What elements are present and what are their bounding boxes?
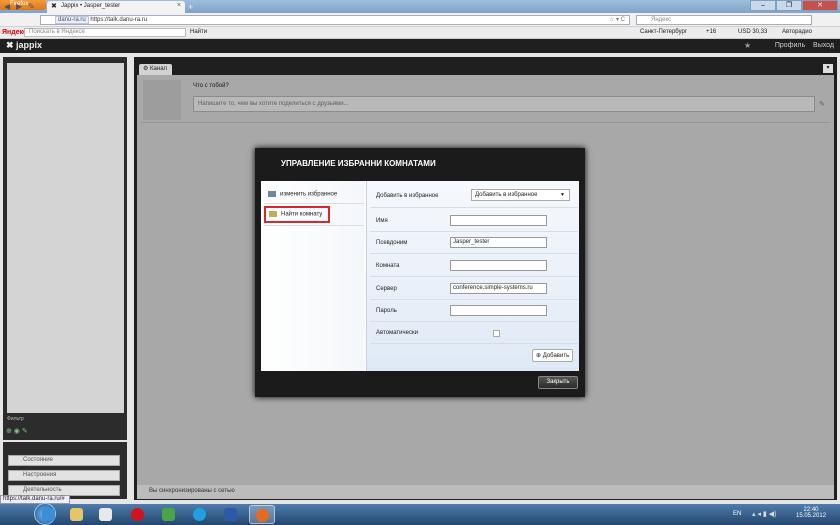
modal-title: УПРАВЛЕНИЕ ИЗБРАННИ КОМНАТАМИ — [281, 159, 436, 168]
password-label: Пароль — [376, 308, 397, 314]
yandex-search-input[interactable]: Поискать в Яндексе — [24, 28, 186, 37]
maximize-button[interactable]: ❐ — [776, 0, 802, 11]
server-label: Сервер — [376, 286, 397, 292]
presence-button[interactable]: Состояние — [8, 455, 120, 466]
row-divider — [370, 231, 578, 232]
row-divider — [370, 276, 578, 277]
app-icon — [162, 508, 175, 521]
minimize-button[interactable]: – — [750, 0, 776, 11]
edit-favorites-icon — [268, 191, 276, 197]
taskbar-firefox[interactable] — [249, 505, 275, 524]
taskbar-media[interactable] — [93, 505, 119, 524]
clock[interactable]: 22:40 15.05.2012 — [796, 507, 826, 519]
status-url-tooltip: https://talk.danu-ra.ru/# — [0, 495, 70, 504]
yandex-find-button[interactable]: Найти — [190, 29, 207, 35]
channel-icon: ⚙ — [143, 66, 151, 72]
firefox-icon — [256, 509, 269, 522]
sync-status: Вы синхронизированы с сетью — [137, 485, 834, 499]
city-label[interactable]: Санкт-Петербург — [640, 29, 687, 35]
skype-icon — [193, 508, 206, 521]
name-field[interactable] — [450, 215, 547, 226]
row-divider — [370, 321, 578, 322]
taskbar-explorer[interactable] — [64, 505, 90, 524]
word-icon — [224, 508, 237, 521]
url-text: https://talk.danu-ra.ru — [90, 17, 148, 23]
tabs-menu-icon[interactable]: ▾ — [823, 64, 833, 73]
tab-close-icon[interactable]: × — [177, 2, 181, 9]
header-links: Профиль Выход — [769, 42, 834, 49]
tab-title: Jappix • Jasper_tester — [61, 3, 121, 9]
main-tab-bar — [137, 62, 834, 75]
back-icon[interactable]: ◀ — [4, 2, 10, 11]
browser-search-input[interactable]: Яндекс — [636, 15, 812, 25]
jappix-header — [0, 39, 840, 53]
taskbar-opera[interactable] — [125, 505, 151, 524]
url-domain-badge: danu-ra.ru — [55, 16, 89, 24]
menu-divider — [264, 203, 364, 204]
server-field[interactable]: conference.simple-systems.ru — [450, 283, 547, 294]
roster-list[interactable] — [7, 63, 124, 413]
tab-channel[interactable]: ⚙ Канал — [139, 64, 172, 75]
find-room-icon — [269, 211, 277, 217]
forward-icon[interactable]: ▶ — [16, 2, 22, 11]
add-favorites-select[interactable]: Добавить в избранное ▼ — [471, 189, 570, 201]
room-label: Комната — [376, 263, 400, 269]
row-divider — [370, 299, 578, 300]
row-divider — [370, 253, 578, 254]
taskbar-skype[interactable] — [187, 505, 213, 524]
row-divider — [370, 207, 578, 208]
room-field[interactable] — [450, 260, 547, 271]
currency-label[interactable]: USD 30,33 — [738, 29, 767, 35]
close-window-button[interactable]: ✕ — [802, 0, 838, 11]
opera-icon — [131, 508, 144, 521]
url-bar[interactable]: danu-ra.ru https://talk.danu-ra.ru ☆ ▾ C — [40, 15, 630, 25]
taskbar-word[interactable] — [218, 505, 244, 524]
new-tab-button[interactable]: + — [188, 2, 193, 12]
menu-divider — [264, 225, 364, 226]
tools-icon[interactable]: ✎ — [28, 2, 35, 11]
auto-join-label: Автоматически — [376, 330, 418, 336]
filter-label[interactable]: Фильтр — [7, 416, 24, 422]
logout-link[interactable]: Выход — [813, 42, 834, 49]
chevron-down-icon: ▼ — [560, 192, 565, 198]
tray-icons[interactable]: ▴ ◂ ▮ ◀) — [752, 510, 776, 518]
bookmark-star-icon[interactable]: ☆ ▾ C — [609, 16, 625, 24]
roster-tools-icons[interactable]: ⊕ ◉ ✎ — [6, 427, 28, 435]
close-button[interactable]: Закрыть — [538, 376, 578, 389]
window-controls: – ❐ ✕ — [750, 0, 838, 11]
password-field[interactable] — [450, 305, 547, 316]
jappix-logo-icon: ✖ — [6, 40, 17, 50]
taskbar-ie[interactable] — [36, 505, 62, 524]
nick-field[interactable]: Jasper_tester — [450, 237, 547, 248]
row-divider — [370, 343, 578, 344]
add-icon: ⊕ — [536, 353, 543, 359]
taskbar-app-green[interactable] — [156, 505, 182, 524]
jappix-logo: ✖ jappix — [6, 40, 43, 50]
auto-join-checkbox[interactable] — [493, 330, 500, 337]
menu-edit-favorites[interactable]: изменить избранное — [268, 191, 337, 198]
jappix-favicon-icon: ✖ — [51, 3, 57, 10]
mood-button[interactable]: Настроения — [8, 470, 120, 481]
menu-find-room[interactable]: Найти комнату — [264, 206, 330, 223]
tab-jappix[interactable]: ✖ Jappix • Jasper_tester × — [47, 1, 185, 13]
add-favorites-label: Добавить в избранное — [376, 193, 439, 199]
name-label: Имя — [376, 218, 388, 224]
favorites-star-icon[interactable]: ★ — [744, 41, 751, 50]
profile-link[interactable]: Профиль — [775, 42, 805, 49]
language-indicator[interactable]: EN — [733, 511, 741, 517]
nick-label: Псевдоним — [376, 240, 408, 246]
folder-icon — [70, 508, 83, 521]
radio-label[interactable]: Авторадио — [782, 29, 812, 35]
media-player-icon — [99, 508, 112, 521]
ie-icon — [42, 508, 55, 521]
add-button[interactable]: ⊕ Добавить — [532, 349, 573, 362]
temperature-label[interactable]: +16 — [706, 29, 716, 35]
